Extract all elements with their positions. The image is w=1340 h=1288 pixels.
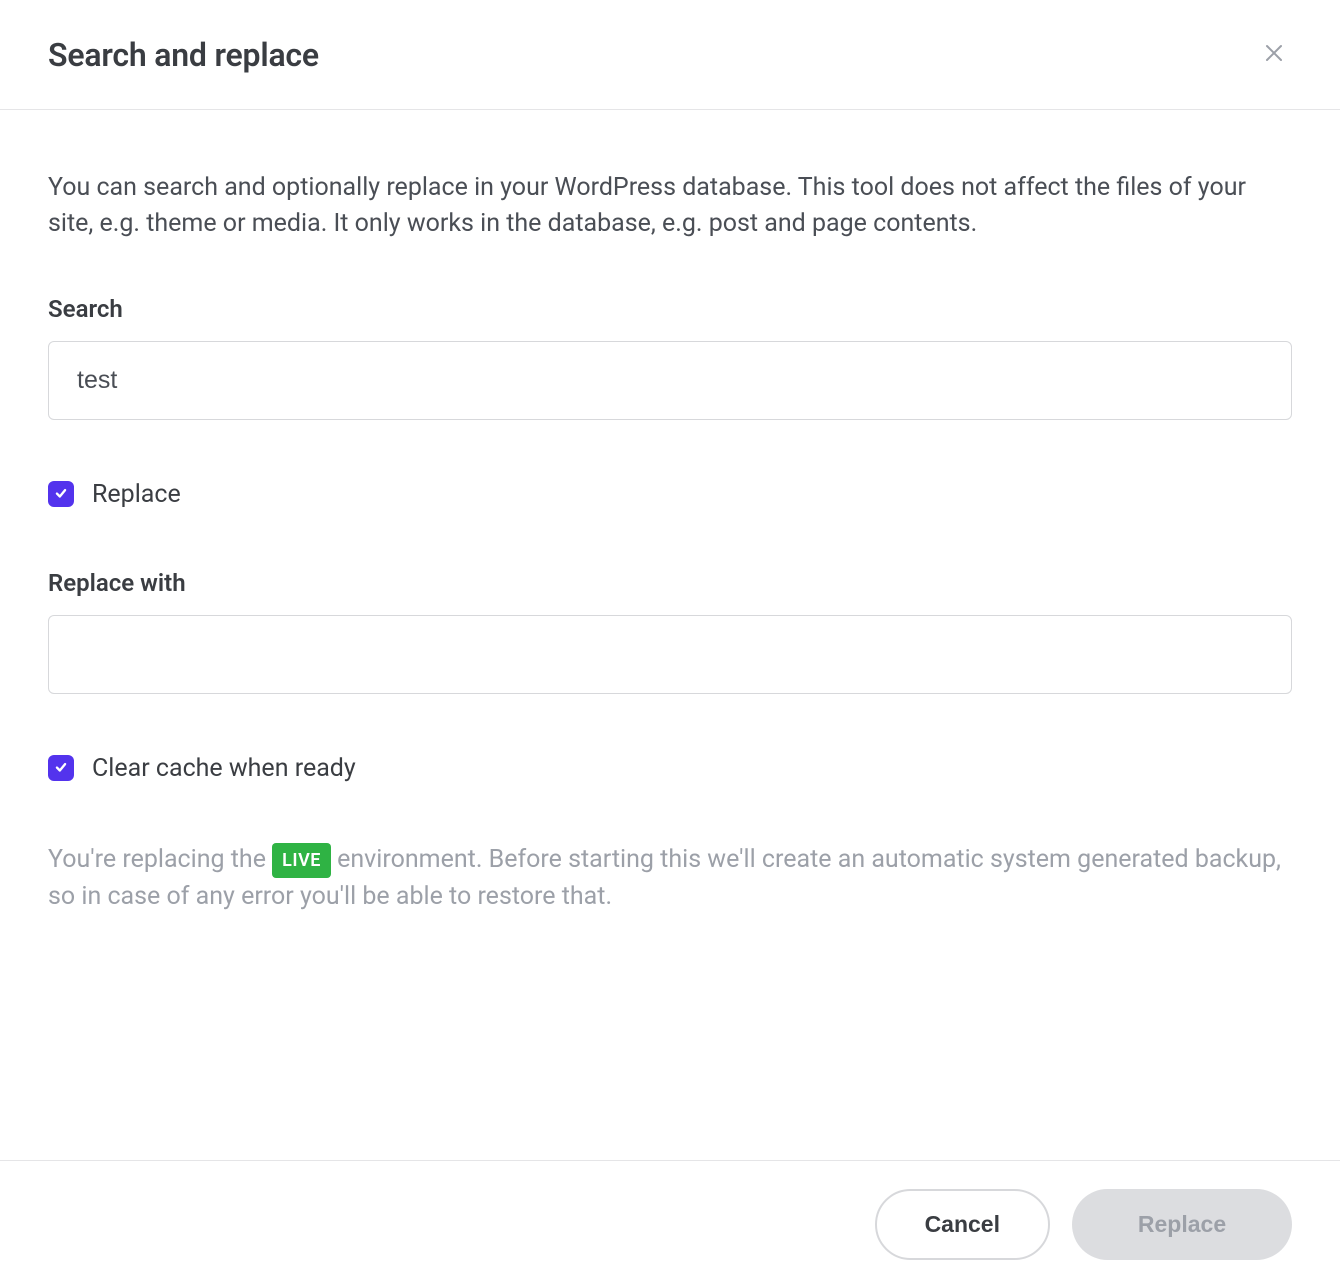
clear-cache-checkbox-row[interactable]: Clear cache when ready bbox=[48, 754, 1292, 783]
replace-button[interactable]: Replace bbox=[1072, 1189, 1292, 1260]
check-icon bbox=[54, 485, 68, 504]
modal-title: Search and replace bbox=[48, 36, 319, 74]
modal-footer: Cancel Replace bbox=[0, 1160, 1340, 1288]
close-button[interactable] bbox=[1256, 35, 1292, 74]
description-text: You can search and optionally replace in… bbox=[48, 170, 1292, 243]
search-label: Search bbox=[48, 295, 1292, 323]
cancel-button[interactable]: Cancel bbox=[875, 1189, 1050, 1260]
live-badge: LIVE bbox=[272, 843, 331, 878]
replace-checkbox[interactable] bbox=[48, 481, 74, 507]
warning-text: You're replacing the LIVE environment. B… bbox=[48, 841, 1292, 916]
search-field-group: Search bbox=[48, 295, 1292, 420]
search-replace-modal: Search and replace You can search and op… bbox=[0, 0, 1340, 1288]
modal-body: You can search and optionally replace in… bbox=[0, 110, 1340, 1160]
warning-pre: You're replacing the bbox=[48, 845, 272, 874]
search-input[interactable] bbox=[48, 341, 1292, 420]
replace-checkbox-row[interactable]: Replace bbox=[48, 480, 1292, 509]
replace-with-label: Replace with bbox=[48, 569, 1292, 597]
clear-cache-checkbox[interactable] bbox=[48, 755, 74, 781]
replace-with-input[interactable] bbox=[48, 615, 1292, 694]
replace-with-field-group: Replace with bbox=[48, 569, 1292, 694]
clear-cache-checkbox-label: Clear cache when ready bbox=[92, 754, 356, 783]
check-icon bbox=[54, 759, 68, 778]
close-icon bbox=[1262, 41, 1286, 68]
replace-checkbox-label: Replace bbox=[92, 480, 181, 509]
modal-header: Search and replace bbox=[0, 0, 1340, 110]
